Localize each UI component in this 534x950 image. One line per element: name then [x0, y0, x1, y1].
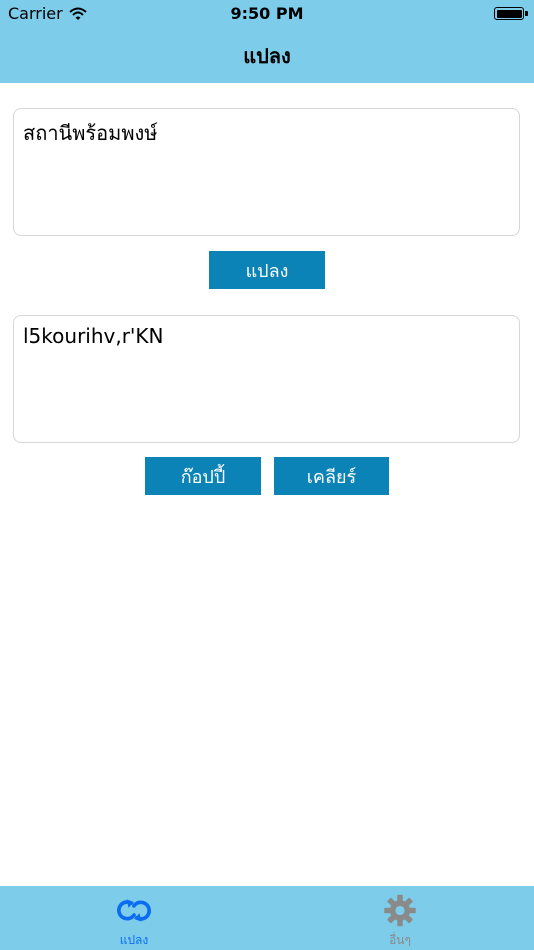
tab-convert-label: แปลง	[119, 933, 149, 947]
input-text-area[interactable]: สถานีพร้อมพงษ์	[13, 108, 520, 236]
clear-button[interactable]: เคลียร์	[274, 457, 389, 495]
output-text-area[interactable]: l5kourihv,r'KN	[13, 315, 520, 443]
battery-icon	[494, 7, 528, 20]
page-title: แปลง	[243, 44, 291, 68]
tab-bar: แปลง อื่นๆ	[0, 886, 534, 950]
navigation-header: Carrier 9:50 PM แปลง	[0, 0, 534, 83]
status-time: 9:50 PM	[230, 4, 304, 23]
convert-arrows-icon	[117, 899, 151, 922]
status-bar: Carrier 9:50 PM	[0, 0, 534, 30]
tab-other-label: อื่นๆ	[389, 933, 411, 947]
convert-button[interactable]: แปลง	[209, 251, 325, 289]
copy-button[interactable]: ก๊อปปี้	[145, 457, 261, 495]
gear-icon	[384, 894, 416, 927]
tab-convert[interactable]: แปลง	[69, 886, 199, 950]
tab-other[interactable]: อื่นๆ	[335, 886, 465, 950]
